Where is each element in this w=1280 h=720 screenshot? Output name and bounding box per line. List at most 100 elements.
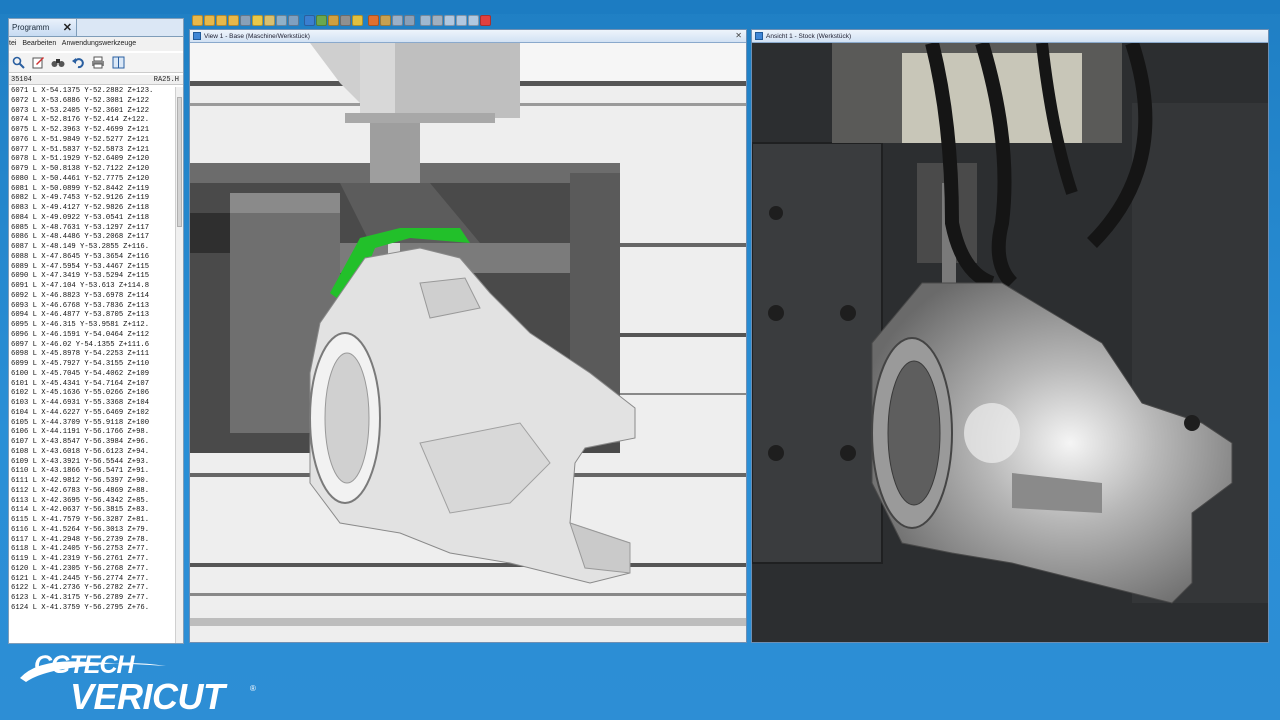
search-icon[interactable] — [11, 56, 25, 70]
model-icon[interactable] — [316, 14, 327, 26]
nc-code-line[interactable]: 6108 L X-43.6018 Y-56.6123 Z+94. — [9, 448, 177, 458]
undo-icon[interactable] — [71, 56, 85, 70]
save-as-icon[interactable] — [216, 14, 227, 26]
measure-icon[interactable] — [380, 14, 391, 26]
nc-code-line[interactable]: 6104 L X-44.6227 Y-55.6469 Z+102 — [9, 409, 177, 419]
nc-code-line[interactable]: 6083 L X-49.4127 Y-52.9826 Z+118 — [9, 204, 177, 214]
nc-code-line[interactable]: 6118 L X-41.2405 Y-56.2753 Z+77. — [9, 545, 177, 555]
tab-programm[interactable]: Programm ✕ — [9, 19, 77, 37]
nc-code-line[interactable]: 6102 L X-45.1636 Y-55.0266 Z+106 — [9, 389, 177, 399]
menu-anwendungswerkzeuge[interactable]: Anwendungswerkzeuge — [62, 40, 136, 47]
nc-code-line[interactable]: 6082 L X-49.7453 Y-52.9126 Z+119 — [9, 194, 177, 204]
camera-photo-viewport[interactable] — [752, 43, 1268, 642]
nc-code-line[interactable]: 6074 L X-52.8176 Y-52.414 Z+122. — [9, 116, 177, 126]
machine-simulation-viewport[interactable] — [190, 43, 746, 642]
nc-code-line[interactable]: 6081 L X-50.0899 Y-52.8442 Z+119 — [9, 185, 177, 195]
nc-code-line[interactable]: 6086 L X-48.4486 Y-53.2068 Z+117 — [9, 233, 177, 243]
preferences-icon[interactable] — [352, 14, 363, 26]
close-icon[interactable]: ✕ — [63, 21, 72, 34]
nc-code-line[interactable]: 6091 L X-47.104 Y-53.613 Z+114.8 — [9, 282, 177, 292]
find-icon[interactable] — [51, 56, 65, 70]
nc-code-line[interactable]: 6090 L X-47.3419 Y-53.5294 Z+115 — [9, 272, 177, 282]
nc-code-line[interactable]: 6124 L X-41.3759 Y-56.2795 Z+76. — [9, 604, 177, 614]
nc-code-line[interactable]: 6119 L X-41.2319 Y-56.2761 Z+77. — [9, 555, 177, 565]
nc-code-line[interactable]: 6084 L X-49.0922 Y-53.0541 Z+118 — [9, 214, 177, 224]
report-icon[interactable] — [432, 14, 443, 26]
nc-code-line[interactable]: 6117 L X-41.2948 Y-56.2739 Z+78. — [9, 536, 177, 546]
colors-icon[interactable] — [328, 14, 339, 26]
edit-icon[interactable] — [31, 56, 45, 70]
exit-icon[interactable] — [480, 14, 491, 26]
nc-code-line[interactable]: 6098 L X-45.8978 Y-54.2253 Z+111 — [9, 350, 177, 360]
nc-code-line[interactable]: 6120 L X-41.2305 Y-56.2768 Z+77. — [9, 565, 177, 575]
tile-icon[interactable] — [468, 14, 479, 26]
nc-code-line[interactable]: 6089 L X-47.5954 Y-53.4467 Z+115 — [9, 263, 177, 273]
settings-icon[interactable] — [340, 14, 351, 26]
nc-code-line[interactable]: 6097 L X-46.02 Y-54.1355 Z+111.6 — [9, 341, 177, 351]
machine-icon[interactable] — [264, 14, 275, 26]
nc-code-line[interactable]: 6071 L X-54.1375 Y-52.2882 Z+123. — [9, 87, 177, 97]
split-view-icon[interactable] — [111, 56, 125, 70]
menu-bearbeiten[interactable]: Bearbeiten — [22, 40, 56, 47]
nc-program-icon[interactable] — [288, 14, 299, 26]
nc-code-line[interactable]: 6072 L X-53.6886 Y-52.3081 Z+122 — [9, 97, 177, 107]
nc-code-line[interactable]: 6078 L X-51.1929 Y-52.6409 Z+120 — [9, 155, 177, 165]
nc-code-line[interactable]: 6088 L X-47.8645 Y-53.3654 Z+116 — [9, 253, 177, 263]
nc-code-line[interactable]: 6100 L X-45.7045 Y-54.4062 Z+109 — [9, 370, 177, 380]
section-icon[interactable] — [404, 14, 415, 26]
nc-code-line[interactable]: 6112 L X-42.6783 Y-56.4869 Z+88. — [9, 487, 177, 497]
info-icon[interactable] — [304, 14, 315, 26]
program-scrollbar[interactable] — [175, 87, 183, 643]
view-machine[interactable]: View 1 - Base (Maschine/Werkstück) ✕ — [189, 29, 747, 643]
view-stock[interactable]: Ansicht 1 - Stock (Werkstück) — [751, 29, 1269, 643]
nc-code-line[interactable]: 6106 L X-44.1191 Y-56.1766 Z+98. — [9, 428, 177, 438]
nc-code-line[interactable]: 6075 L X-52.3963 Y-52.4699 Z+121 — [9, 126, 177, 136]
nc-code-line[interactable]: 6085 L X-48.7631 Y-53.1297 Z+117 — [9, 224, 177, 234]
nc-code-line[interactable]: 6080 L X-50.4461 Y-52.7775 Z+120 — [9, 175, 177, 185]
setup-icon[interactable] — [240, 14, 251, 26]
current-line-indicator: 35104 — [11, 76, 33, 84]
project-icon[interactable] — [228, 14, 239, 26]
nc-code-line[interactable]: 6073 L X-53.2405 Y-52.3601 Z+122 — [9, 107, 177, 117]
nc-code-line[interactable]: 6105 L X-44.3709 Y-55.9118 Z+100 — [9, 419, 177, 429]
nc-code-line[interactable]: 6101 L X-45.4341 Y-54.7164 Z+107 — [9, 380, 177, 390]
nc-code-line[interactable]: 6114 L X-42.0637 Y-56.3815 Z+83. — [9, 506, 177, 516]
nc-code-line[interactable]: 6099 L X-45.7927 Y-54.3155 Z+110 — [9, 360, 177, 370]
nc-code-line[interactable]: 6109 L X-43.3921 Y-56.5544 Z+93. — [9, 458, 177, 468]
control-icon[interactable] — [276, 14, 287, 26]
nc-code-line[interactable]: 6122 L X-41.2736 Y-56.2782 Z+77. — [9, 584, 177, 594]
nc-code-line[interactable]: 6076 L X-51.9849 Y-52.5277 Z+121 — [9, 136, 177, 146]
nc-code-line[interactable]: 6092 L X-46.8823 Y-53.6978 Z+114 — [9, 292, 177, 302]
zoom-icon[interactable] — [392, 14, 403, 26]
nc-code-line[interactable]: 6116 L X-41.5264 Y-56.3013 Z+79. — [9, 526, 177, 536]
compare-icon[interactable] — [420, 14, 431, 26]
save-icon[interactable] — [204, 14, 215, 26]
nc-code-line[interactable]: 6121 L X-41.2445 Y-56.2774 Z+77. — [9, 575, 177, 585]
tool-icon[interactable] — [252, 14, 263, 26]
print-icon[interactable] — [91, 56, 105, 70]
stop-icon[interactable] — [368, 14, 379, 26]
nc-code-line[interactable]: 6115 L X-41.7579 Y-56.3287 Z+81. — [9, 516, 177, 526]
window-icon[interactable] — [456, 14, 467, 26]
nc-code-line[interactable]: 6079 L X-50.8138 Y-52.7122 Z+120 — [9, 165, 177, 175]
view-stock-titlebar[interactable]: Ansicht 1 - Stock (Werkstück) — [752, 30, 1268, 43]
nc-code-line[interactable]: 6123 L X-41.3175 Y-56.2789 Z+77. — [9, 594, 177, 604]
menu-datei[interactable]: tei — [9, 40, 16, 47]
close-icon[interactable]: ✕ — [735, 31, 742, 40]
nc-code-line[interactable]: 6113 L X-42.3695 Y-56.4342 Z+85. — [9, 497, 177, 507]
scrollbar-thumb[interactable] — [177, 97, 182, 227]
nc-code-line[interactable]: 6103 L X-44.6931 Y-55.3368 Z+104 — [9, 399, 177, 409]
nc-code-line[interactable]: 6094 L X-46.4877 Y-53.8705 Z+113 — [9, 311, 177, 321]
nc-code-line[interactable]: 6095 L X-46.315 Y-53.9581 Z+112. — [9, 321, 177, 331]
nc-code-list[interactable]: 6071 L X-54.1375 Y-52.2882 Z+123. 6072 L … — [9, 87, 177, 614]
nc-code-line[interactable]: 6093 L X-46.6768 Y-53.7836 Z+113 — [9, 302, 177, 312]
nc-code-line[interactable]: 6111 L X-42.9812 Y-56.5397 Z+90. — [9, 477, 177, 487]
layout-icon[interactable] — [444, 14, 455, 26]
nc-code-line[interactable]: 6096 L X-46.1591 Y-54.0464 Z+112 — [9, 331, 177, 341]
nc-code-line[interactable]: 6087 L X-48.149 Y-53.2855 Z+116. — [9, 243, 177, 253]
view-machine-titlebar[interactable]: View 1 - Base (Maschine/Werkstück) ✕ — [190, 30, 746, 43]
nc-code-line[interactable]: 6107 L X-43.8547 Y-56.3984 Z+96. — [9, 438, 177, 448]
nc-code-line[interactable]: 6110 L X-43.1866 Y-56.5471 Z+91. — [9, 467, 177, 477]
nc-code-line[interactable]: 6077 L X-51.5837 Y-52.5873 Z+121 — [9, 146, 177, 156]
open-icon[interactable] — [192, 14, 203, 26]
